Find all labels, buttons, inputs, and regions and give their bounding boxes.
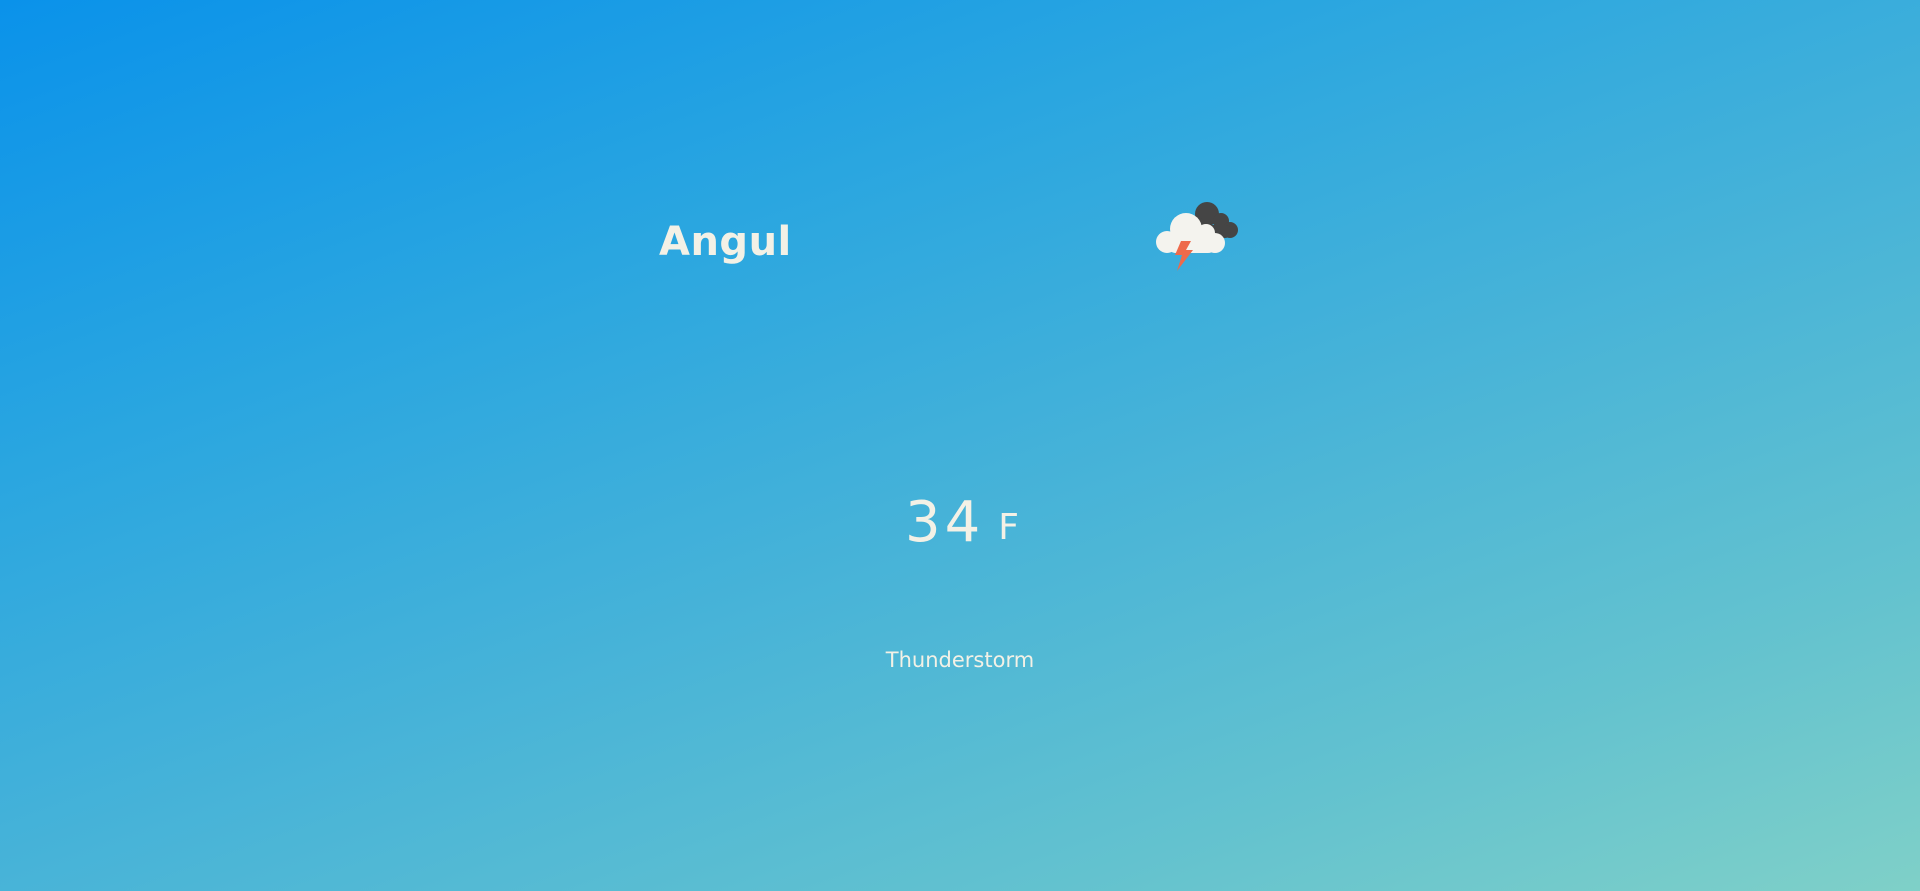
temperature-unit: F: [998, 507, 1019, 548]
city-name: Angul: [659, 219, 792, 265]
weather-condition: Thunderstorm: [885, 648, 1035, 672]
temperature-value: 34: [905, 490, 985, 555]
thunderstorm-icon: [1153, 197, 1243, 273]
temperature: 34 F: [905, 492, 1019, 554]
